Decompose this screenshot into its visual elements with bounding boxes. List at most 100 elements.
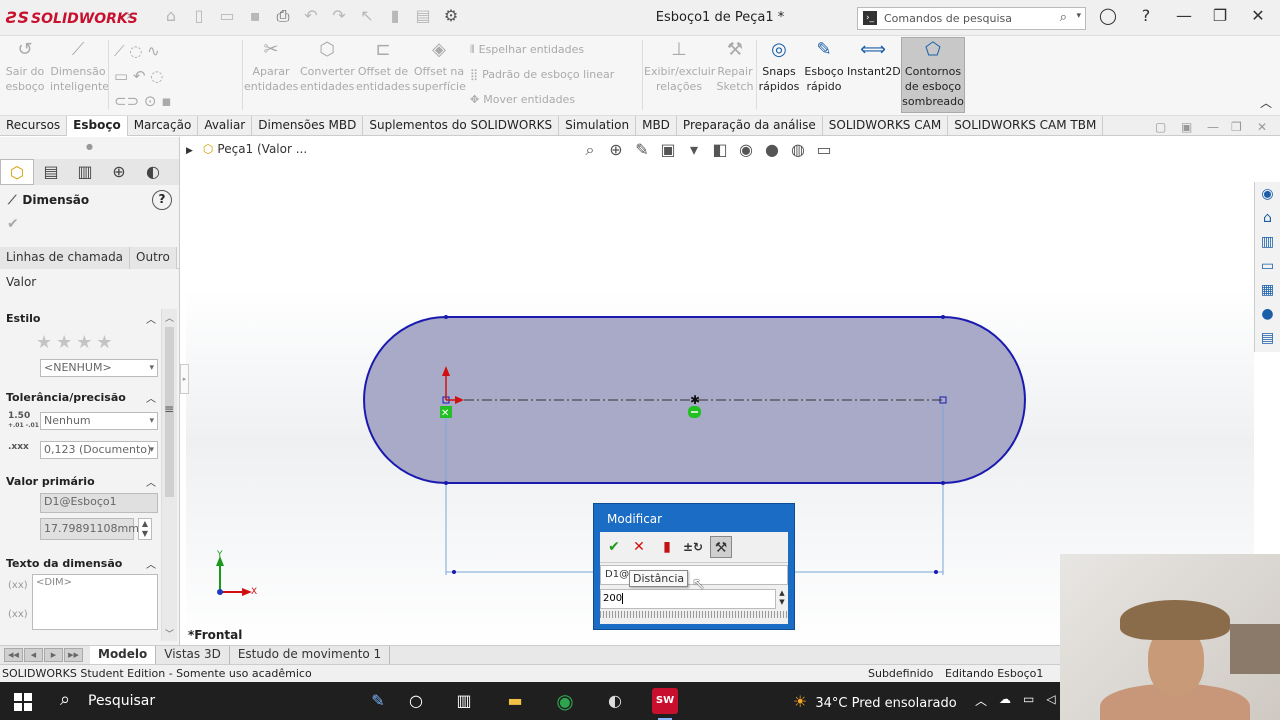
windows-start-icon[interactable] (14, 693, 32, 711)
primary-value-field[interactable]: 17.79891108mm (40, 518, 139, 540)
part-icon: ⬡ (202, 142, 214, 156)
add-parentheses-icon[interactable]: (xx) (8, 580, 28, 591)
volume-icon[interactable]: ◁ (1046, 692, 1055, 709)
hide-show-items-icon[interactable]: ◉ (736, 140, 756, 160)
view-settings-icon[interactable]: ▭ (814, 140, 834, 160)
first-tab-icon[interactable]: ◀◀ (4, 648, 23, 662)
dimension-icon: ⟋ (8, 193, 17, 207)
previous-view-icon[interactable]: ✎ (632, 140, 652, 160)
dimxpert-manager-icon[interactable]: ⊕ (102, 159, 136, 185)
tab-nav-arrows: ◀◀ ◀ ▶ ▶▶ (0, 646, 90, 664)
cancel-x-icon[interactable]: ✕ (628, 536, 650, 558)
endpoint-top-right (941, 315, 945, 319)
ok-check-icon[interactable]: ✔ (7, 216, 19, 232)
feature-tree-flyout[interactable]: ▶ ⬡ Peça1 (Valor ... (186, 142, 307, 156)
property-manager-icon[interactable]: ▤ (34, 159, 68, 185)
drag-handle-icon[interactable]: ≡ (164, 402, 174, 416)
panel-grip-icon[interactable]: ● (86, 142, 93, 151)
task-pane: ◉ ⌂ ▥ ▭ ▦ ● ▤ (1254, 182, 1280, 352)
custom-properties-icon[interactable]: ▤ (1255, 326, 1280, 350)
view-palette-icon[interactable]: ▦ (1255, 278, 1280, 302)
sketch-state-label: Subdefinido (868, 667, 934, 680)
value-spinner[interactable]: ▲ ▼ (138, 518, 152, 540)
scroll-up-icon[interactable]: ︿ (165, 311, 174, 324)
configuration-manager-icon[interactable]: ▥ (68, 159, 102, 185)
dimension-value-input[interactable]: 200 (600, 589, 776, 609)
tab-estudo-movimento[interactable]: Estudo de movimento 1 (230, 646, 391, 664)
expand-arrow-icon[interactable]: ▶ (186, 146, 193, 156)
screen-recorder-icon[interactable]: ◐ (602, 688, 628, 714)
endpoint-bottom-left (444, 481, 448, 485)
cortana-icon[interactable]: ○ (403, 688, 429, 714)
scroll-down-icon[interactable]: ﹀ (165, 627, 174, 640)
taskbar-search[interactable]: ⌕ Pesquisar (50, 682, 320, 720)
network-icon[interactable]: ▭ (1023, 692, 1034, 709)
prev-tab-icon[interactable]: ◀ (24, 648, 43, 662)
view-orientation-label: *Frontal (188, 628, 243, 642)
chevron-up-icon[interactable]: ︿ (146, 390, 156, 405)
group-tolerancia[interactable]: Tolerância/precisão (6, 391, 126, 404)
search-highlight-icon[interactable]: ✎ (360, 688, 396, 714)
pm-tab-bar: Linhas de chamada Outro (0, 247, 179, 269)
feature-manager-icon[interactable]: ⬡ (0, 159, 34, 185)
chevron-up-icon[interactable]: ︿ (146, 474, 156, 489)
chrome-icon[interactable]: ◉ (552, 688, 578, 714)
file-explorer-icon[interactable]: ▭ (1255, 254, 1280, 278)
weather-widget[interactable]: ☀ 34°C Pred ensolarado (793, 692, 957, 711)
zoom-to-area-icon[interactable]: ⊕ (606, 140, 626, 160)
solidworks-taskbar-icon[interactable]: SW (652, 688, 678, 720)
rebuild-traffic-light-icon[interactable]: ▮ (656, 536, 678, 558)
center-dimension-icon[interactable]: (xx) (8, 609, 28, 620)
edition-label: SOLIDWORKS Student Edition - Somente uso… (2, 667, 312, 680)
chevron-up-icon[interactable]: ︿ (146, 556, 156, 571)
design-library-icon[interactable]: ▥ (1255, 230, 1280, 254)
panel-splitter[interactable]: ▸ (180, 364, 189, 394)
precision-select[interactable]: 0,123 (Documento) ▾ (40, 441, 158, 459)
reset-spin-increment-icon[interactable]: ±↻ (682, 536, 704, 558)
group-estilo[interactable]: Estilo (6, 312, 40, 325)
triad-label-x: X (251, 587, 258, 597)
dimension-text-input[interactable]: <DIM> (32, 574, 158, 630)
group-valor-primario[interactable]: Valor primário (6, 475, 95, 488)
onedrive-icon[interactable]: ☁ (999, 692, 1011, 709)
chevron-down-icon: ▾ (149, 445, 154, 455)
modify-dialog: Modificar ✔ ✕ ▮ ±↻ ⚒ D1@ 200 ▲ ▼ (593, 503, 795, 630)
section-view-icon[interactable]: ▣ (658, 140, 678, 160)
tab-linhas-de-chamada[interactable]: Linhas de chamada (0, 247, 131, 269)
group-texto-dimensao[interactable]: Texto da dimensão (6, 557, 122, 570)
mark-dimension-icon[interactable]: ⚒ (710, 536, 732, 558)
panel-scrollbar[interactable]: ︿ ﹀ (161, 309, 177, 641)
value-spinner[interactable]: ▲ ▼ (776, 589, 788, 609)
webcam-overlay (1060, 554, 1280, 720)
chevron-down-icon: ▾ (149, 416, 154, 426)
tab-outro[interactable]: Outro (130, 247, 177, 269)
ok-check-icon[interactable]: ✔ (603, 536, 625, 558)
tab-valor[interactable]: Valor (6, 275, 36, 289)
edit-appearance-icon[interactable]: ● (762, 140, 782, 160)
zoom-to-fit-icon[interactable]: ⌕ (580, 140, 600, 160)
primary-name-field[interactable]: D1@Esboço1 (40, 493, 158, 513)
display-manager-icon[interactable]: ◐ (136, 159, 170, 185)
thumbwheel[interactable] (600, 611, 788, 618)
style-favorites-icons[interactable]: ★★★★ (36, 332, 117, 353)
chevron-up-icon[interactable]: ︿ (975, 692, 987, 709)
chevron-up-icon[interactable]: ︿ (146, 311, 156, 326)
next-tab-icon[interactable]: ▶ (44, 648, 63, 662)
tab-modelo[interactable]: Modelo (90, 646, 157, 664)
last-tab-icon[interactable]: ▶▶ (64, 648, 83, 662)
display-style-icon[interactable]: ◧ (710, 140, 730, 160)
appearances-icon[interactable]: ● (1255, 302, 1280, 326)
tolerance-type-select[interactable]: Nenhum ▾ (40, 412, 158, 430)
task-view-icon[interactable]: ▥ (451, 688, 477, 714)
heads-up-view-toolbar: ⌕ ⊕ ✎ ▣ ▾ ◧ ◉ ● ◍ ▭ (580, 140, 834, 160)
view-orientation-icon[interactable]: ▾ (684, 140, 704, 160)
solidworks-resources-icon[interactable]: ◉ (1255, 182, 1280, 206)
style-select[interactable]: <NENHUM> ▾ (40, 359, 158, 377)
apply-scene-icon[interactable]: ◍ (788, 140, 808, 160)
help-icon[interactable]: ? (152, 190, 172, 210)
tab-vistas-3d[interactable]: Vistas 3D (156, 646, 230, 664)
property-manager-panel: ● ⬡ ▤ ▥ ⊕ ◐ ⟋ Dimensão ? ✔ Linhas de cham… (0, 137, 180, 645)
home-icon[interactable]: ⌂ (1255, 206, 1280, 230)
file-explorer-icon[interactable]: ▬ (502, 688, 528, 714)
weather-sun-icon: ☀ (793, 692, 808, 711)
